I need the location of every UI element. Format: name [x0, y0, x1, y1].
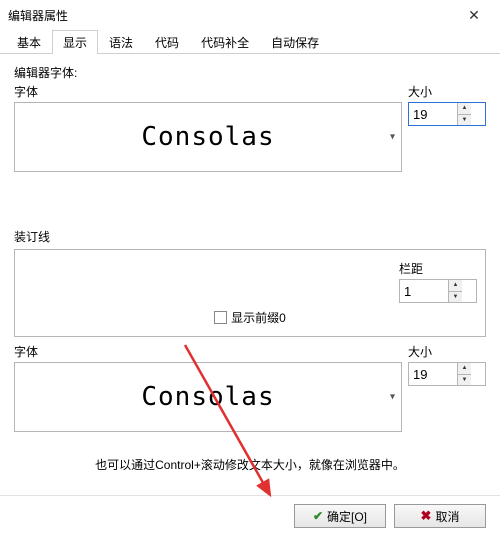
check-icon: ✔: [313, 509, 323, 523]
spin-up-icon[interactable]: ▲: [449, 280, 462, 291]
tab-basic[interactable]: 基本: [6, 30, 52, 54]
tab-completion[interactable]: 代码补全: [190, 30, 260, 54]
chevron-down-icon: ▾: [390, 392, 395, 403]
cancel-button-label: 取消: [435, 508, 459, 525]
tab-display[interactable]: 显示: [52, 30, 98, 54]
spin-down-icon[interactable]: ▼: [449, 291, 462, 303]
footer: ✔ 确定[O] ✖ 取消: [0, 504, 500, 528]
chevron-down-icon: ▾: [390, 132, 395, 143]
content-area: 编辑器字体: 字体 Consolas ▾ 大小 ▲ ▼ 装订线: [0, 54, 500, 473]
margin-label: 栏距: [399, 260, 477, 277]
gutter-heading: 装订线: [14, 228, 486, 245]
editor-font-size-input[interactable]: [409, 103, 457, 125]
spin-down-icon[interactable]: ▼: [458, 374, 471, 386]
spin-down-icon[interactable]: ▼: [458, 114, 471, 126]
titlebar: 编辑器属性 ✕: [0, 0, 500, 30]
editor-font-heading: 编辑器字体:: [14, 64, 486, 81]
ok-button-label: 确定[O]: [327, 508, 367, 525]
gutter-font-label: 字体: [14, 343, 38, 360]
footer-separator: [0, 495, 500, 496]
tab-autosave[interactable]: 自动保存: [260, 30, 330, 54]
tab-strip: 基本 显示 语法 代码 代码补全 自动保存: [0, 30, 500, 54]
show-prefix-label: 显示前缀0: [231, 309, 286, 326]
editor-font-sample: Consolas: [141, 122, 274, 152]
show-prefix-checkbox[interactable]: [214, 311, 227, 324]
gutter-font-sample: Consolas: [141, 382, 274, 412]
editor-font-size-spinner[interactable]: ▲ ▼: [408, 102, 486, 126]
spin-up-icon[interactable]: ▲: [458, 363, 471, 374]
spin-up-icon[interactable]: ▲: [458, 103, 471, 114]
gutter-group: 栏距 ▲ ▼ 显示前缀0: [14, 249, 486, 337]
size-label: 大小: [408, 83, 486, 100]
cross-icon: ✖: [421, 508, 432, 524]
ok-button[interactable]: ✔ 确定[O]: [294, 504, 386, 528]
tab-code[interactable]: 代码: [144, 30, 190, 54]
gutter-font-size-spinner[interactable]: ▲ ▼: [408, 362, 486, 386]
gutter-font-dropdown[interactable]: Consolas ▾: [14, 362, 402, 432]
gutter-font-size-input[interactable]: [409, 363, 457, 385]
gutter-margin-spinner[interactable]: ▲ ▼: [399, 279, 477, 303]
font-label: 字体: [14, 83, 38, 100]
gutter-size-label: 大小: [408, 343, 486, 360]
window-title: 编辑器属性: [8, 7, 68, 24]
hint-text: 也可以通过Control+滚动修改文本大小，就像在浏览器中。: [14, 456, 486, 473]
close-icon[interactable]: ✕: [454, 1, 494, 29]
tab-syntax[interactable]: 语法: [98, 30, 144, 54]
editor-font-dropdown[interactable]: Consolas ▾: [14, 102, 402, 172]
cancel-button[interactable]: ✖ 取消: [394, 504, 486, 528]
gutter-margin-input[interactable]: [400, 280, 448, 302]
